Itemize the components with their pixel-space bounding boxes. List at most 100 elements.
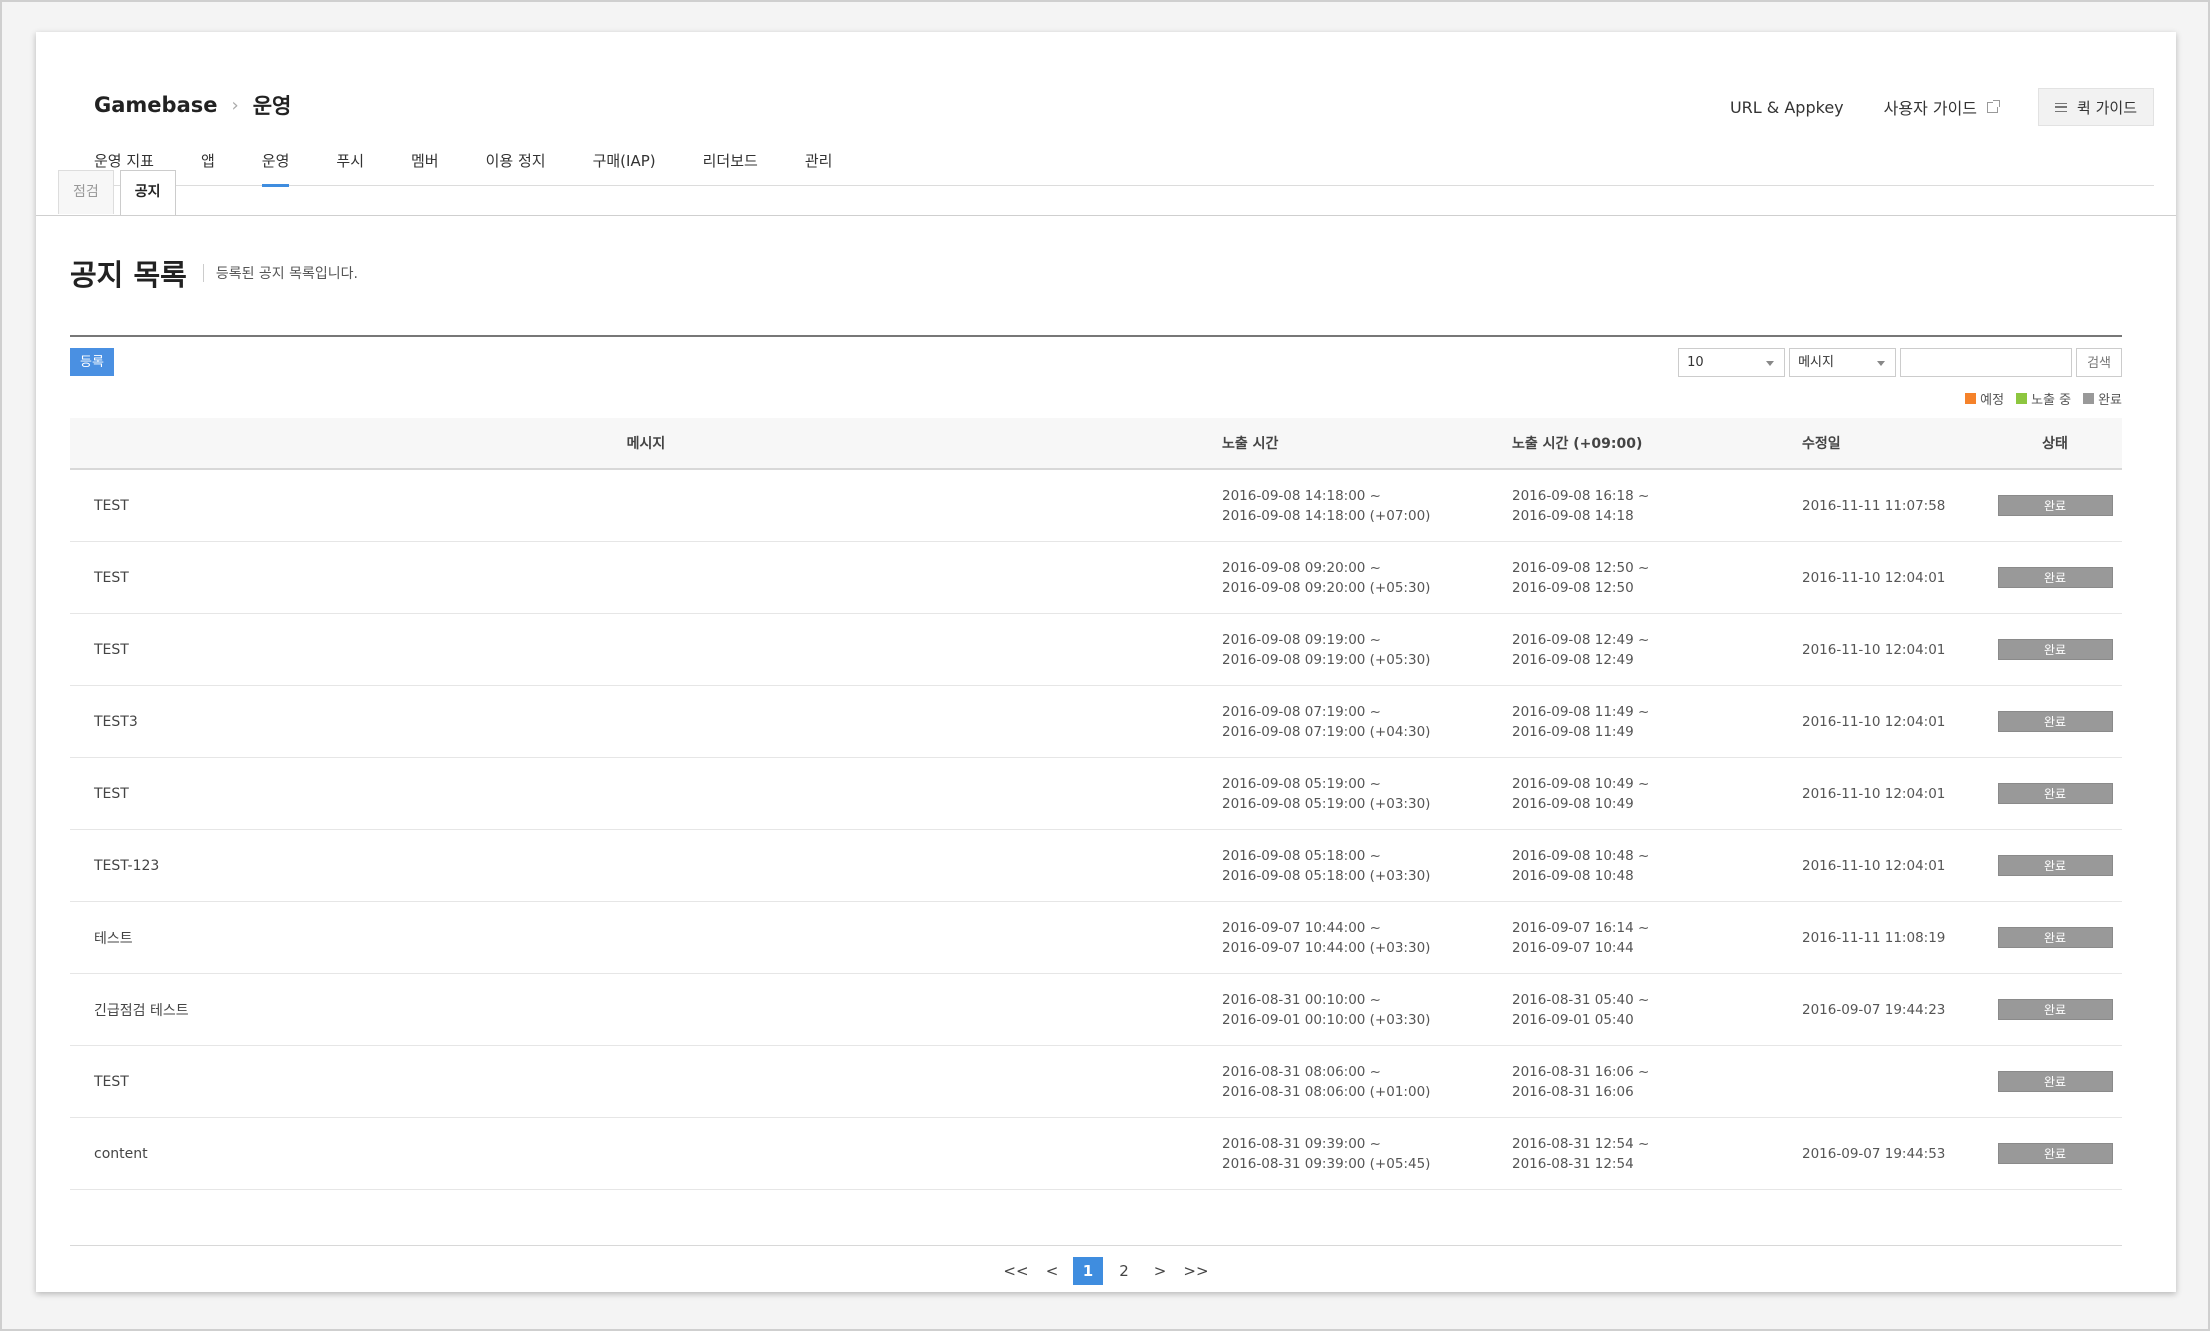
nav-item[interactable]: 푸시 — [336, 146, 364, 186]
nav-item[interactable]: 관리 — [805, 146, 833, 186]
legend-swatch — [1965, 393, 1977, 404]
cell-status: 완료 — [1988, 855, 2122, 876]
menu-icon — [2055, 102, 2068, 112]
table-row[interactable]: TEST 2016-09-08 05:19:00 ~2016-09-08 05:1… — [70, 758, 2122, 830]
nav-item[interactable]: 리더보드 — [703, 146, 758, 186]
app-header: Gamebase › 운영 URL & Appkey 사용자 가이드 퀵 가이드 — [94, 62, 2154, 126]
page-heading: 공지 목록 등록된 공지 목록입니다. — [70, 252, 358, 294]
search-button[interactable]: 검색 — [2076, 348, 2122, 377]
page-number-button[interactable]: 2 — [1109, 1257, 1139, 1285]
nav-item[interactable]: 이용 정지 — [486, 146, 546, 186]
header-message[interactable]: 메시지 — [70, 433, 1222, 453]
cell-time: 2016-08-31 08:06:00 ~ 2016-08-31 08:06:00… — [1222, 1062, 1512, 1102]
cell-message[interactable]: TEST3 — [70, 714, 1222, 730]
cell-status: 완료 — [1988, 999, 2122, 1020]
cell-modified: 2016-09-07 19:44:23 — [1802, 1001, 1946, 1018]
time-end: 2016-08-31 09:39:00 (+05:45) — [1222, 1155, 1431, 1172]
cell-message[interactable]: 긴급점검 테스트 — [70, 1000, 1222, 1020]
cell-time: 2016-09-08 09:19:00 ~ 2016-09-08 09:19:00… — [1222, 630, 1512, 670]
tab-maintenance[interactable]: 점검 — [58, 170, 114, 214]
divider — [202, 264, 204, 282]
brand-name[interactable]: Gamebase — [94, 93, 217, 117]
cell-time: 2016-09-08 14:18:00 ~ 2016-09-08 14:18:00… — [1222, 486, 1512, 526]
header-time-local[interactable]: 노출 시간 (+09:00) — [1512, 433, 1802, 453]
legend-swatch — [2016, 393, 2028, 404]
header-links: URL & Appkey 사용자 가이드 퀵 가이드 — [1690, 88, 2154, 126]
cell-modified: 2016-11-10 12:04:01 — [1802, 641, 1946, 658]
time-start: 2016-08-31 09:39:00 ~ — [1222, 1135, 1381, 1152]
header-status[interactable]: 상태 — [1988, 433, 2122, 453]
cell-status: 완료 — [1988, 711, 2122, 732]
first-page-button[interactable]: << — [1001, 1257, 1031, 1285]
time-start: 2016-09-08 09:20:00 ~ — [1222, 559, 1381, 576]
table-row[interactable]: TEST 2016-09-08 09:19:00 ~2016-09-08 09:1… — [70, 614, 2122, 686]
status-badge: 완료 — [1997, 711, 2113, 732]
search-filters: 10 메시지 검색 — [1678, 348, 2122, 377]
quick-guide-button[interactable]: 퀵 가이드 — [2038, 88, 2154, 126]
cell-time: 2016-09-08 07:19:00 ~ 2016-09-08 07:19:00… — [1222, 702, 1512, 742]
header-modified[interactable]: 수정일 — [1802, 433, 1988, 453]
divider — [70, 335, 2122, 337]
local-start: 2016-09-08 16:18 ~ — [1512, 487, 1650, 504]
notice-table: 메시지 노출 시간 노출 시간 (+09:00) 수정일 상태 TEST 2016… — [70, 418, 2122, 1190]
cell-message[interactable]: TEST-123 — [70, 858, 1222, 874]
table-row[interactable]: 테스트 2016-09-07 10:44:00 ~2016-09-07 10:44… — [70, 902, 2122, 974]
divider — [36, 215, 2176, 216]
table-row[interactable]: TEST-123 2016-09-08 05:18:00 ~2016-09-08 … — [70, 830, 2122, 902]
status-badge: 완료 — [1997, 855, 2113, 876]
cell-time-local: 2016-09-07 16:14 ~ 2016-09-07 10:44 — [1512, 918, 1802, 958]
cell-modified: 2016-11-11 11:07:58 — [1802, 497, 1946, 514]
local-end: 2016-09-01 05:40 — [1512, 1011, 1634, 1028]
tab-notice[interactable]: 공지 — [119, 170, 176, 216]
table-row[interactable]: TEST 2016-09-08 09:20:00 ~2016-09-08 09:2… — [70, 542, 2122, 614]
table-row[interactable]: content 2016-08-31 09:39:00 ~ 2016-08-31 0… — [70, 1118, 2122, 1190]
cell-status: 완료 — [1988, 1143, 2122, 1164]
cell-status: 완료 — [1988, 567, 2122, 588]
nav-item[interactable]: 멤버 — [411, 146, 439, 186]
search-input[interactable] — [1900, 348, 2073, 377]
legend-label: 예정 — [1980, 393, 2005, 408]
local-start: 2016-09-08 12:49 ~ — [1512, 631, 1650, 648]
nav-item[interactable]: 앱 — [201, 146, 215, 186]
cell-message[interactable]: TEST — [70, 498, 1222, 514]
cell-message[interactable]: content — [70, 1146, 1222, 1162]
nav-item[interactable]: 구매(IAP) — [593, 146, 656, 186]
time-end: 2016-09-08 14:18:00 (+07:00) — [1222, 507, 1431, 524]
page-description: 등록된 공지 목록입니다. — [215, 266, 358, 282]
sub-tabs: 점검 공지 — [58, 170, 182, 216]
register-button[interactable]: 등록 — [70, 348, 114, 376]
status-badge: 완료 — [1997, 999, 2113, 1020]
cell-message[interactable]: TEST — [70, 642, 1222, 658]
cell-modified: 2016-11-10 12:04:01 — [1802, 713, 1946, 730]
search-type-select[interactable]: 메시지 — [1789, 348, 1897, 377]
table-row[interactable]: 긴급점검 테스트 2016-08-31 00:10:00 ~ 2016-09-01 … — [70, 974, 2122, 1046]
user-guide-label: 사용자 가이드 — [1883, 99, 1978, 118]
cell-message[interactable]: TEST — [70, 1074, 1222, 1090]
table-row[interactable]: TEST 2016-08-31 08:06:00 ~2016-08-31 08:0… — [70, 1046, 2122, 1118]
local-end: 2016-09-08 14:18 — [1512, 507, 1634, 524]
cell-message[interactable]: 테스트 — [70, 928, 1222, 948]
cell-status: 완료 — [1988, 1071, 2122, 1092]
cell-time-local: 2016-09-08 12:50 ~ 2016-09-08 12:50 — [1512, 558, 1802, 598]
table-row[interactable]: TEST3 2016-09-08 07:19:00 ~2016-09-08 07:… — [70, 686, 2122, 758]
url-appkey-link[interactable]: URL & Appkey — [1730, 98, 1844, 117]
section-name: 운영 — [252, 94, 292, 118]
nav-item[interactable]: 운영 — [261, 146, 289, 187]
last-page-button[interactable]: >> — [1181, 1257, 1211, 1285]
time-start: 2016-08-31 08:06:00 ~ — [1222, 1063, 1381, 1080]
page-number-button[interactable]: 1 — [1073, 1257, 1103, 1285]
header-time[interactable]: 노출 시간 — [1222, 433, 1512, 453]
cell-message[interactable]: TEST — [70, 570, 1222, 586]
time-end: 2016-09-08 07:19:00 (+04:30) — [1222, 723, 1431, 740]
cell-time-local: 2016-08-31 16:06 ~ 2016-08-31 16:06 — [1512, 1062, 1802, 1102]
local-end: 2016-09-08 10:48 — [1512, 867, 1634, 884]
prev-page-button[interactable]: < — [1037, 1257, 1067, 1285]
table-row[interactable]: TEST 2016-09-08 14:18:00 ~2016-09-08 14:1… — [70, 470, 2122, 542]
next-page-button[interactable]: > — [1145, 1257, 1175, 1285]
status-badge: 완료 — [1997, 639, 2113, 660]
user-guide-link[interactable]: 사용자 가이드 — [1883, 95, 2001, 119]
time-start: 2016-09-08 14:18:00 ~ — [1222, 487, 1381, 504]
cell-message[interactable]: TEST — [70, 786, 1222, 802]
cell-modified: 2016-09-07 19:44:53 — [1802, 1145, 1946, 1162]
page-size-select[interactable]: 10 — [1678, 348, 1786, 377]
